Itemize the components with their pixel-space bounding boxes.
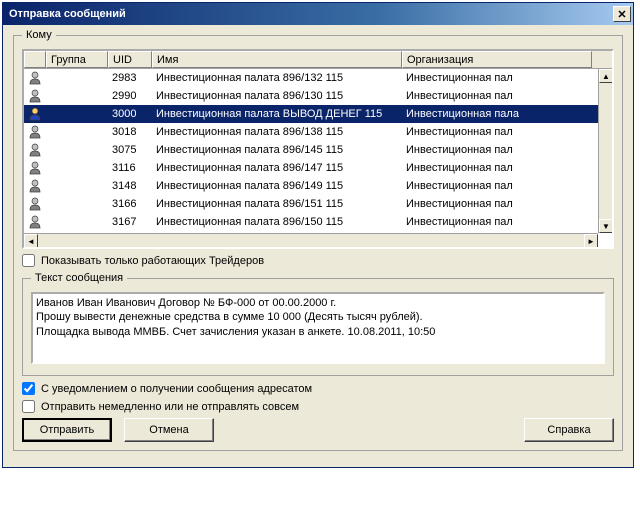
cell-uid: 2990 — [108, 89, 152, 103]
cell-name: Инвестиционная палата 896/149 115 — [152, 179, 402, 193]
button-row: Отправить Отмена Справка — [22, 418, 614, 442]
user-icon — [24, 70, 46, 86]
client-area: Кому Группа UID Имя Организация 2983Инве… — [3, 25, 633, 467]
cell-group — [46, 185, 108, 187]
col-name-header[interactable]: Имя — [152, 51, 402, 68]
col-uid-header[interactable]: UID — [108, 51, 152, 68]
cell-group — [46, 203, 108, 205]
help-button[interactable]: Справка — [524, 418, 614, 442]
window-title: Отправка сообщений — [9, 8, 126, 20]
close-button[interactable]: ✕ — [613, 6, 631, 22]
table-row[interactable]: 3000Инвестиционная палата ВЫВОД ДЕНЕГ 11… — [24, 105, 598, 123]
cell-name: Инвестиционная палата 896/138 115 — [152, 125, 402, 139]
col-org-header[interactable]: Организация — [402, 51, 592, 68]
cell-name: Инвестиционная палата 896/147 115 — [152, 161, 402, 175]
recipients-listview[interactable]: Группа UID Имя Организация 2983Инвестици… — [22, 49, 614, 249]
cell-group — [46, 149, 108, 151]
cell-org: Инвестиционная пал — [402, 71, 592, 85]
cell-uid: 3148 — [108, 179, 152, 193]
cell-org: Инвестиционная пал — [402, 197, 592, 211]
cell-name: Инвестиционная палата 896/150 115 — [152, 215, 402, 229]
send-message-dialog: Отправка сообщений ✕ Кому Группа UID Имя… — [2, 2, 634, 468]
show-working-checkbox[interactable] — [22, 254, 35, 267]
user-icon — [24, 196, 46, 212]
cell-name: Инвестиционная палата 896/145 115 — [152, 143, 402, 157]
cell-org: Инвестиционная пал — [402, 161, 592, 175]
cell-group — [46, 77, 108, 79]
send-button[interactable]: Отправить — [22, 418, 112, 442]
col-icon-header[interactable] — [24, 51, 46, 68]
vertical-scrollbar[interactable]: ▲ ▼ — [598, 69, 612, 233]
table-row[interactable]: 3167Инвестиционная палата 896/150 115Инв… — [24, 213, 598, 231]
cell-org: Инвестиционная пал — [402, 143, 592, 157]
cell-group — [46, 113, 108, 115]
cell-name: Инвестиционная палата 896/151 115 — [152, 197, 402, 211]
cell-uid: 3166 — [108, 197, 152, 211]
cancel-button[interactable]: Отмена — [124, 418, 214, 442]
table-row[interactable]: 3075Инвестиционная палата 896/145 115Инв… — [24, 141, 598, 159]
receipt-row: С уведомлением о получении сообщения адр… — [22, 382, 614, 395]
cell-group — [46, 131, 108, 133]
table-row[interactable]: 2990Инвестиционная палата 896/130 115Инв… — [24, 87, 598, 105]
receipt-label: С уведомлением о получении сообщения адр… — [41, 383, 312, 395]
message-textarea[interactable] — [31, 292, 605, 364]
table-row[interactable]: 3018Инвестиционная палата 896/138 115Инв… — [24, 123, 598, 141]
user-icon — [24, 106, 46, 122]
table-row[interactable]: 3166Инвестиционная палата 896/151 115Инв… — [24, 195, 598, 213]
cell-group — [46, 95, 108, 97]
titlebar[interactable]: Отправка сообщений ✕ — [3, 3, 633, 25]
user-icon — [24, 214, 46, 230]
sendnow-row: Отправить немедленно или не отправлять с… — [22, 400, 614, 413]
cell-org: Инвестиционная пал — [402, 89, 592, 103]
message-fieldset: Текст сообщения — [22, 272, 614, 376]
cell-uid: 3000 — [108, 107, 152, 121]
table-row[interactable]: 2983Инвестиционная палата 896/132 115Инв… — [24, 69, 598, 87]
sendnow-label: Отправить немедленно или не отправлять с… — [41, 401, 299, 413]
show-only-row: Показывать только работающих Трейдеров — [22, 254, 614, 267]
user-icon — [24, 124, 46, 140]
cell-org: Инвестиционная пал — [402, 125, 592, 139]
user-icon — [24, 88, 46, 104]
cell-org: Инвестиционная пал — [402, 215, 592, 229]
cell-org: Инвестиционная пала — [402, 107, 592, 121]
cell-uid: 3167 — [108, 215, 152, 229]
horizontal-scrollbar[interactable]: ◄ ► — [24, 233, 598, 247]
user-icon — [24, 160, 46, 176]
table-row[interactable]: 3148Инвестиционная палата 896/149 115Инв… — [24, 177, 598, 195]
show-working-label: Показывать только работающих Трейдеров — [41, 255, 264, 267]
user-icon — [24, 142, 46, 158]
cell-name: Инвестиционная палата 896/130 115 — [152, 89, 402, 103]
cell-uid: 3018 — [108, 125, 152, 139]
cell-uid: 3075 — [108, 143, 152, 157]
cell-uid: 3116 — [108, 161, 152, 175]
table-row[interactable]: 3116Инвестиционная палата 896/147 115Инв… — [24, 159, 598, 177]
col-group-header[interactable]: Группа — [46, 51, 108, 68]
recipients-fieldset: Кому Группа UID Имя Организация 2983Инве… — [13, 29, 623, 451]
receipt-checkbox[interactable] — [22, 382, 35, 395]
scroll-up-button[interactable]: ▲ — [599, 69, 613, 83]
message-legend: Текст сообщения — [31, 272, 127, 284]
cell-group — [46, 167, 108, 169]
recipients-legend: Кому — [22, 29, 56, 41]
listview-body[interactable]: 2983Инвестиционная палата 896/132 115Инв… — [24, 69, 598, 233]
scroll-right-button[interactable]: ► — [584, 234, 598, 248]
cell-uid: 2983 — [108, 71, 152, 85]
cell-org: Инвестиционная пал — [402, 179, 592, 193]
cell-name: Инвестиционная палата ВЫВОД ДЕНЕГ 115 — [152, 107, 402, 121]
cell-name: Инвестиционная палата 896/132 115 — [152, 71, 402, 85]
sendnow-checkbox[interactable] — [22, 400, 35, 413]
scroll-down-button[interactable]: ▼ — [599, 219, 613, 233]
user-icon — [24, 178, 46, 194]
scroll-left-button[interactable]: ◄ — [24, 234, 38, 248]
cell-group — [46, 221, 108, 223]
listview-header: Группа UID Имя Организация — [24, 51, 612, 69]
